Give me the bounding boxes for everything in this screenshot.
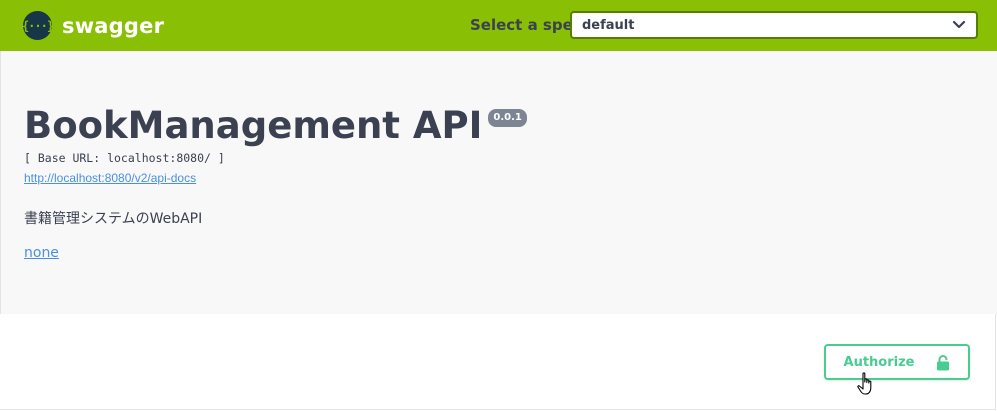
swagger-logo-icon: {···} — [22, 11, 54, 40]
api-description: 書籍管理システムのWebAPI — [24, 211, 203, 227]
api-title-row: BookManagement API 0.0.1 — [24, 103, 527, 149]
authorize-label: Authorize — [843, 354, 915, 370]
base-url: [ Base URL: localhost:8080/ ] — [24, 151, 225, 165]
api-info-section: BookManagement API 0.0.1 [ Base URL: loc… — [0, 51, 997, 314]
hand-cursor-icon — [857, 372, 872, 395]
chevron-down-icon — [952, 20, 966, 29]
spec-select-dropdown[interactable]: default — [570, 11, 978, 39]
swagger-logo[interactable]: {···} swagger — [22, 11, 165, 40]
api-title: BookManagement API — [24, 104, 483, 147]
spec-select-label: Select a spec — [470, 16, 582, 34]
lock-icon — [937, 354, 950, 370]
top-bar: {···} swagger Select a spec default — [0, 0, 997, 51]
authorize-button[interactable]: Authorize — [824, 344, 970, 380]
version-badge: 0.0.1 — [488, 109, 527, 127]
api-docs-link[interactable]: http://localhost:8080/v2/api-docs — [24, 171, 196, 185]
spec-select-value: default — [582, 17, 635, 33]
swagger-logo-text: swagger — [62, 13, 165, 38]
license-link[interactable]: none — [24, 245, 59, 261]
